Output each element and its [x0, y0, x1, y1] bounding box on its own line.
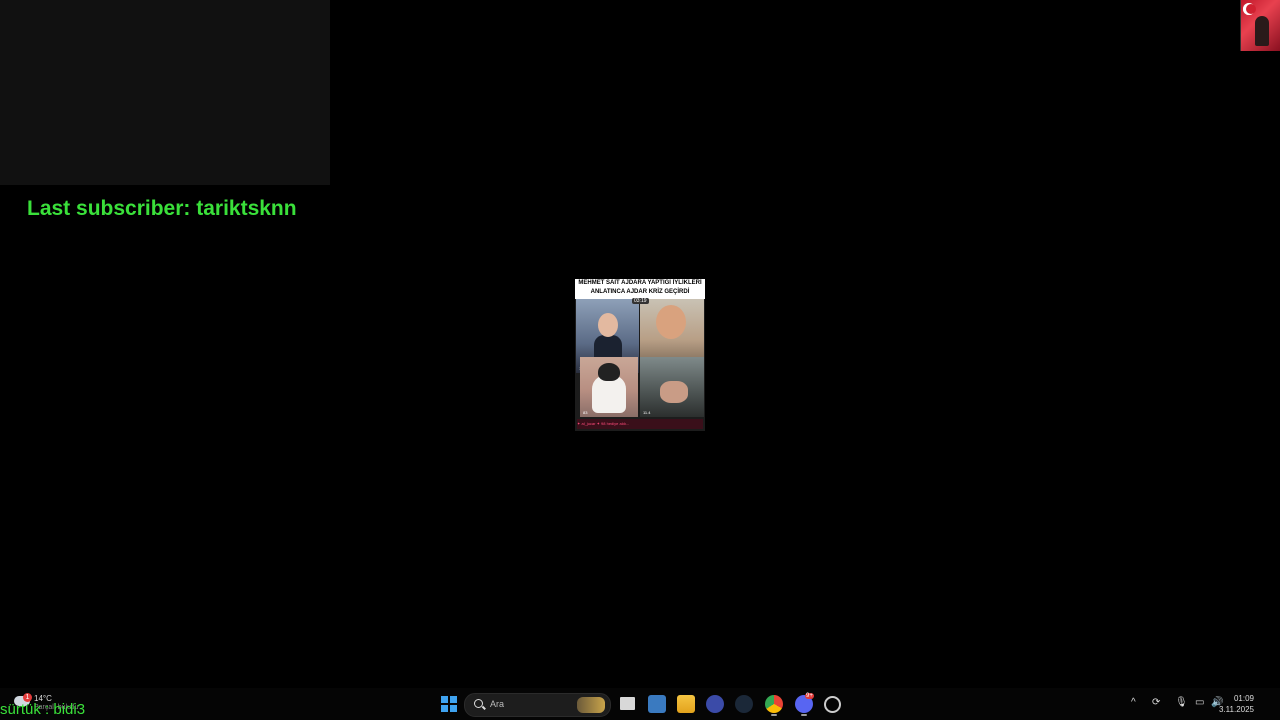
chevron-up-icon[interactable]: ^	[1131, 697, 1136, 708]
tile-3-count: 83	[583, 410, 588, 415]
flag-icon	[1243, 3, 1256, 15]
active-indicator	[801, 714, 807, 716]
chat-bar: ✦ al_jucar ✦ 98 hediye aldı...	[577, 419, 703, 429]
stream-tile-3: 83	[580, 357, 638, 417]
active-indicator	[771, 714, 777, 716]
chrome-icon[interactable]	[765, 695, 783, 713]
person-figure	[1255, 16, 1269, 46]
sync-icon[interactable]: ⟳	[1152, 697, 1160, 708]
webcam-panel	[0, 0, 330, 185]
face-shape	[656, 305, 686, 339]
face-shape	[598, 313, 618, 337]
search-input[interactable]: Ara	[464, 693, 611, 717]
chat-overlay-text: sürtük : bidi3	[0, 701, 86, 718]
clock-time: 01:09	[1233, 694, 1254, 703]
video-timer: 03:19	[632, 298, 649, 304]
microphone-icon[interactable]: 🎙	[1175, 697, 1188, 708]
video-header-line1: MEHMET SAİT AJDARA YAPTIĞI İYLİKLERİ	[578, 280, 702, 286]
corner-avatar-image	[1240, 0, 1280, 51]
tile-4-count: 11.4	[643, 410, 651, 415]
video-header-line2: ANLATINCA AJDAR KRİZ GEÇİRDİ	[590, 289, 690, 295]
video-header: MEHMET SAİT AJDARA YAPTIĞI İYLİKLERİ ANL…	[575, 279, 705, 299]
file-explorer-icon[interactable]	[677, 695, 695, 713]
network-icon[interactable]: ▭	[1195, 697, 1204, 708]
app-icon-blue[interactable]	[706, 695, 724, 713]
cat-head	[598, 363, 620, 381]
video-thumbnail[interactable]: MEHMET SAİT AJDARA YAPTIĞI İYLİKLERİ ANL…	[575, 279, 705, 431]
stream-tile-4: 11.4	[640, 357, 704, 417]
clock-date: 3.11.2025	[1219, 705, 1254, 714]
app-icon-circle[interactable]	[824, 696, 841, 713]
search-icon	[474, 699, 483, 708]
search-highlight-icon	[577, 697, 605, 713]
windows-start-icon[interactable]	[439, 694, 459, 714]
steam-icon[interactable]	[735, 695, 753, 713]
clock[interactable]: 01:09 3.11.2025	[1219, 693, 1254, 715]
last-subscriber-text: Last subscriber: tariktsknn	[27, 197, 297, 220]
discord-badge: 9+	[805, 693, 814, 699]
search-placeholder: Ara	[490, 699, 505, 709]
task-view-icon[interactable]	[620, 697, 635, 710]
calculator-icon[interactable]	[648, 695, 666, 713]
man-shape	[660, 381, 688, 403]
taskbar	[0, 688, 1280, 720]
